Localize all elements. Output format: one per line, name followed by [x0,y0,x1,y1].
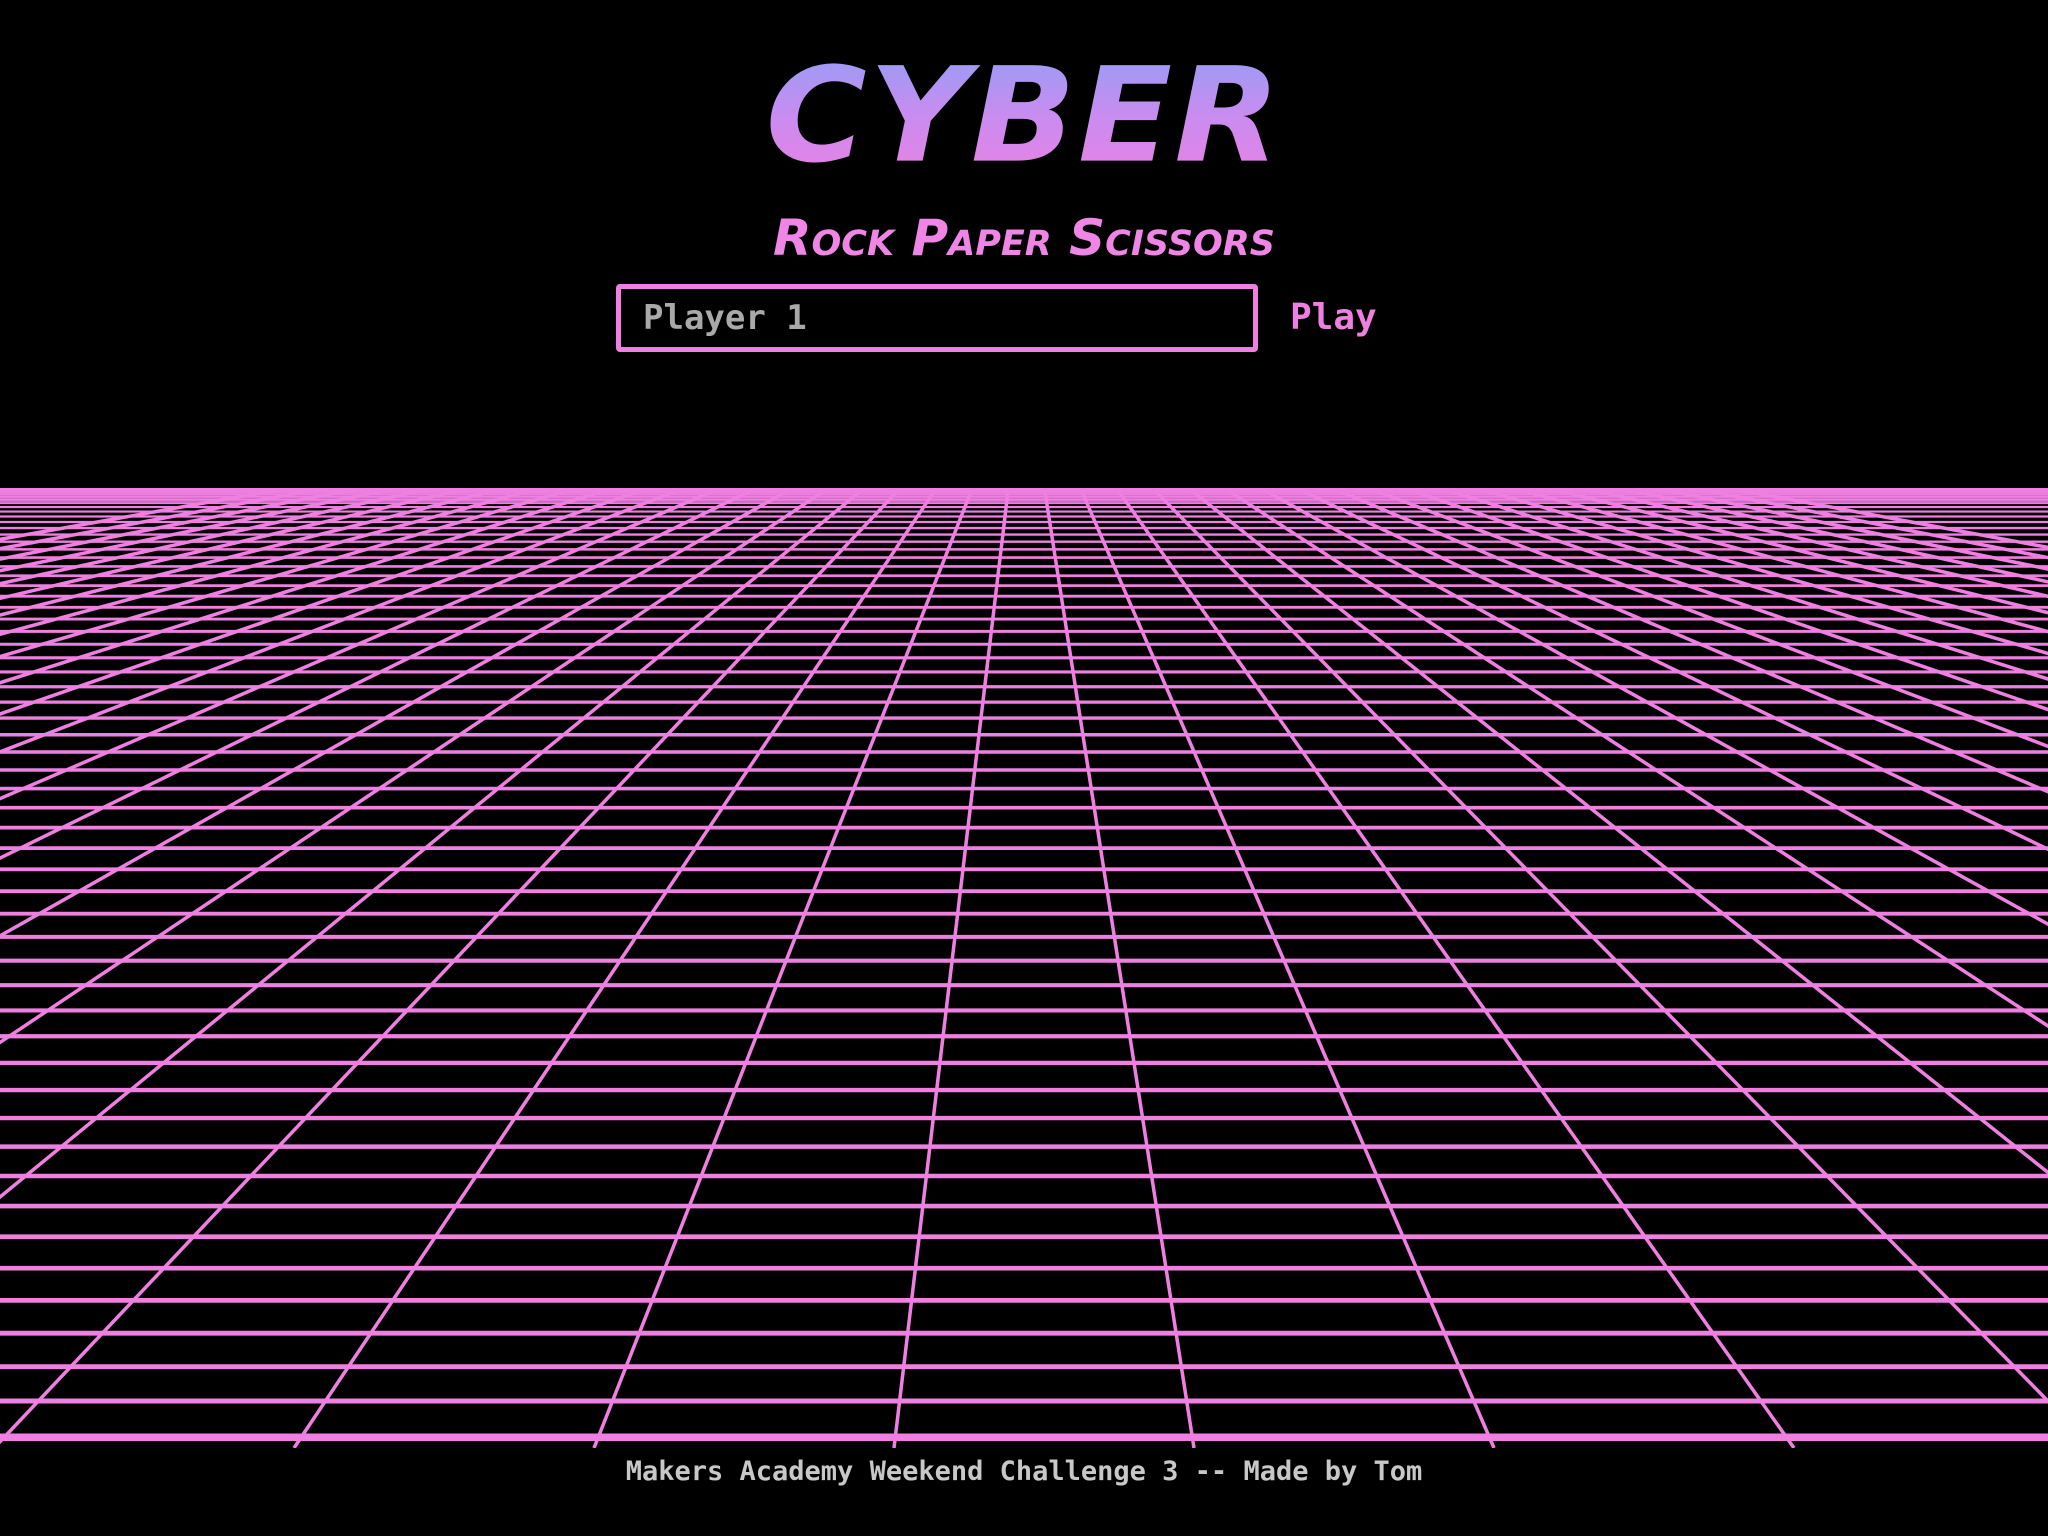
grid-horizon-band [0,488,2048,502]
footer-credit: Makers Academy Weekend Challenge 3 -- Ma… [625,1456,1423,1487]
synthwave-grid-floor [0,488,2048,1448]
grid-lines [0,488,2048,1448]
footer-divider [0,1436,2048,1441]
play-button[interactable]: Play [1286,292,1381,344]
page: CYBER Rock Paper Scissors Play Makers Ac… [0,0,2048,1536]
player-name-input[interactable] [616,284,1258,352]
page-subtitle: Rock Paper Scissors [773,209,1275,267]
logo-title: CYBER [0,40,2048,192]
